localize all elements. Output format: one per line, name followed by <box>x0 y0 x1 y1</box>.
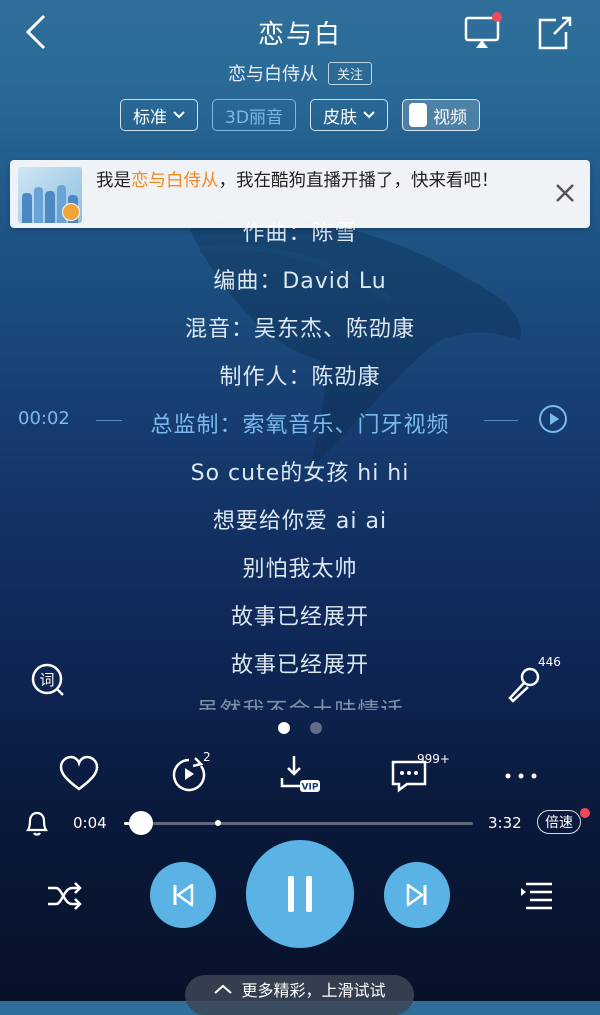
quality-select[interactable]: 标准 <box>120 99 199 131</box>
lyric-seek-play-button[interactable] <box>538 404 568 434</box>
total-time: 3:32 <box>488 814 522 832</box>
more-content-label: 更多精彩，上滑试试 <box>241 981 386 1000</box>
speed-button[interactable]: 倍速 <box>537 810 581 834</box>
share-icon <box>538 16 572 50</box>
chevron-down-icon <box>173 111 185 119</box>
shuffle-button[interactable] <box>44 878 84 914</box>
chevron-down-icon <box>363 111 375 119</box>
streamer-name[interactable]: 恋与白侍从 <box>131 171 219 191</box>
player-header: 恋与白 恋与白侍从 关注 标准 3D丽音 皮肤 视频 <box>0 0 600 150</box>
alarm-button[interactable] <box>22 808 52 838</box>
previous-button[interactable] <box>150 862 216 928</box>
word-lookup-button[interactable]: 词 <box>30 662 66 698</box>
progress-handle[interactable] <box>129 811 154 835</box>
like-button[interactable] <box>57 752 101 796</box>
comment-count-badge: 999+ <box>417 752 450 766</box>
action-row: 2 VIP 999+ <box>0 750 600 802</box>
heart-icon <box>59 755 99 791</box>
skin-select[interactable]: 皮肤 <box>309 99 388 131</box>
comments-button[interactable]: 999+ <box>389 752 450 796</box>
streamer-avatar[interactable] <box>18 167 82 223</box>
playlist-icon <box>521 882 552 910</box>
close-icon <box>556 184 574 202</box>
lyric-line: 别怕我太帅 <box>242 557 358 582</box>
audio-3d-button[interactable]: 3D丽音 <box>212 99 296 131</box>
lyric-line: 故事已经展开 <box>230 605 369 630</box>
lyric-line: 混音：吴东杰、陈劭康 <box>184 317 415 342</box>
live-banner[interactable]: 我是恋与白侍从，我在酷狗直播开播了，快来看吧！ <box>10 160 590 228</box>
lyric-line: 总监制：索氧音乐、门牙视频 <box>150 413 450 438</box>
toggle-knob <box>408 103 427 127</box>
svg-text:词: 词 <box>39 671 54 689</box>
follow-button[interactable]: 关注 <box>327 61 372 85</box>
buffer-marker <box>215 820 222 826</box>
microphone-icon <box>508 667 540 703</box>
pause-button[interactable] <box>246 840 354 948</box>
progress-row: 0:04 3:32 倍速 <box>0 806 600 842</box>
page-dot <box>278 722 290 734</box>
shuffle-icon <box>48 882 82 910</box>
video-toggle[interactable]: 视频 <box>401 99 480 131</box>
lyric-line: 想要给你爱 ai ai <box>212 509 388 534</box>
skin-label: 皮肤 <box>322 107 357 128</box>
page-dot <box>310 722 322 734</box>
pause-icon <box>288 876 312 912</box>
next-button[interactable] <box>384 862 450 928</box>
share-button[interactable] <box>534 12 574 52</box>
audio-3d-label: 3D丽音 <box>225 107 283 128</box>
skip-next-icon <box>406 883 427 907</box>
lyric-line: So cute的女孩 hi hi <box>190 461 410 486</box>
song-title: 恋与白 <box>257 20 342 50</box>
seek-line-right <box>484 420 518 421</box>
more-content-hint[interactable]: 更多精彩，上滑试试 <box>185 975 414 1015</box>
lyrics-panel[interactable]: 作曲：陈雪 编曲：David Lu 混音：吴东杰、陈劭康 制作人：陈劭康 总监制：索氧音… <box>0 200 600 710</box>
mode-pills: 标准 3D丽音 皮肤 视频 <box>0 99 600 131</box>
banner-message: 我是恋与白侍从，我在酷狗直播开播了，快来看吧！ <box>96 171 499 191</box>
bell-icon <box>25 811 49 836</box>
notification-dot <box>492 12 502 22</box>
lyrics-word-icon: 词 <box>31 663 64 696</box>
page-indicator <box>0 722 600 734</box>
cast-button[interactable] <box>462 12 502 52</box>
artist-name[interactable]: 恋与白侍从 <box>228 60 318 86</box>
karaoke-count: 446 <box>538 655 561 669</box>
playlist-button[interactable] <box>518 878 558 914</box>
badge-icon <box>62 203 80 221</box>
notification-dot <box>580 808 590 818</box>
chevron-up-icon <box>214 984 233 994</box>
karaoke-button[interactable] <box>504 664 544 704</box>
seek-line-left <box>96 420 122 421</box>
download-vip-icon: VIP <box>280 756 320 793</box>
more-dots-icon <box>505 773 537 779</box>
banner-close-button[interactable] <box>550 178 580 208</box>
svg-text:VIP: VIP <box>302 783 319 793</box>
lyric-line: 制作人：陈劭康 <box>219 365 381 390</box>
download-button[interactable]: VIP <box>278 752 322 796</box>
current-time: 0:04 <box>73 814 107 832</box>
video-label: 视频 <box>432 107 467 128</box>
artist-row: 恋与白侍从 关注 <box>0 60 600 86</box>
lyric-seek-time: 00:02 <box>18 408 70 429</box>
playback-controls <box>0 840 600 950</box>
skip-previous-icon <box>173 883 194 907</box>
play-circle-icon <box>539 405 567 433</box>
more-options-button[interactable] <box>500 752 544 796</box>
lyric-line: 编曲：David Lu <box>213 269 387 294</box>
sleep-timer-button[interactable]: 2 <box>167 750 211 796</box>
timer-badge: 2 <box>203 750 211 764</box>
quality-label: 标准 <box>133 107 168 128</box>
progress-slider[interactable] <box>124 811 473 835</box>
